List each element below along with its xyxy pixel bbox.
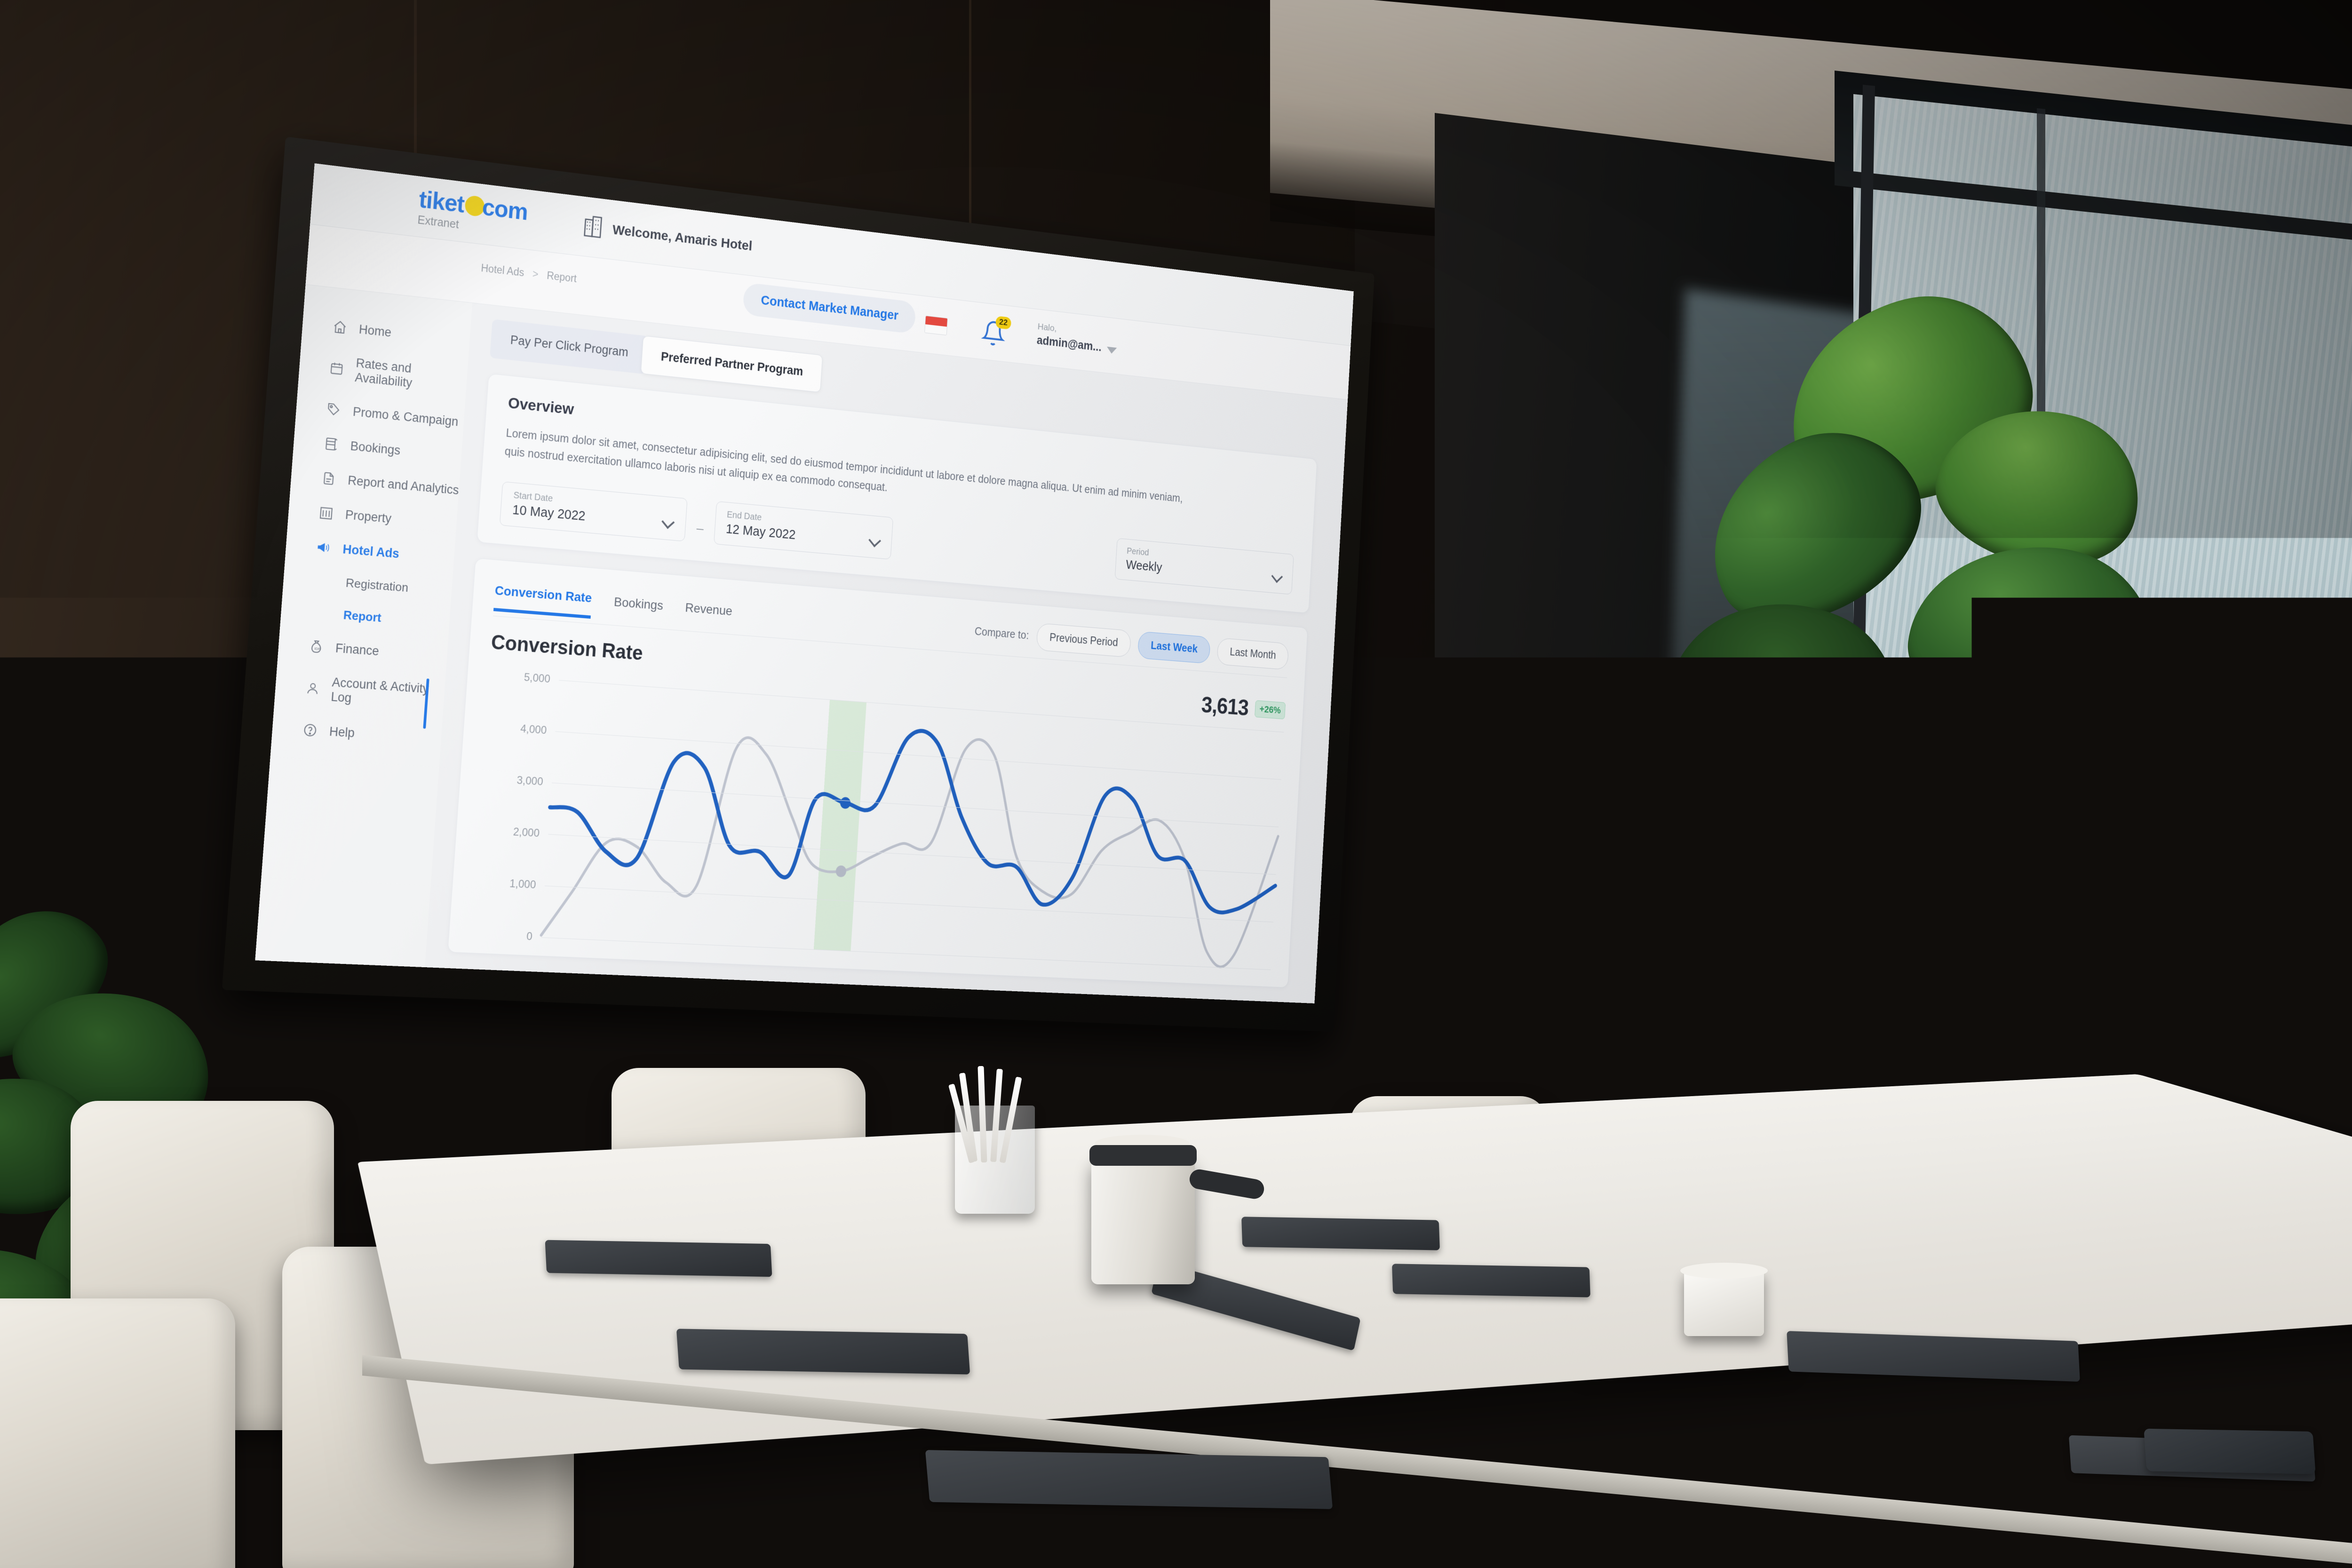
calendar-icon xyxy=(329,360,344,377)
pen-holder xyxy=(955,1106,1035,1214)
metric-card: Conversion Rate Bookings Revenue Compare… xyxy=(447,558,1308,988)
sidebar-item-label: Rates and Availability xyxy=(355,356,468,396)
chart-y-tick-label: 1,000 xyxy=(509,877,536,891)
metric-delta-badge: +26% xyxy=(1255,700,1286,719)
bookings-icon xyxy=(324,436,339,453)
compare-chip-last-week[interactable]: Last Week xyxy=(1137,631,1211,664)
chevron-down-icon xyxy=(661,515,675,529)
tab-preferred-partner-program[interactable]: Preferred Partner Program xyxy=(641,335,823,392)
date-range-separator: – xyxy=(696,506,705,537)
start-date-field[interactable]: Start Date 10 May 2022 xyxy=(500,481,688,541)
carafe-lid xyxy=(1089,1145,1197,1166)
compare-chip-previous-period[interactable]: Previous Period xyxy=(1036,623,1131,658)
sidebar-item-label: Home xyxy=(358,322,392,340)
end-date-field[interactable]: End Date 12 May 2022 xyxy=(714,501,893,559)
compare-chip-last-month[interactable]: Last Month xyxy=(1217,637,1289,670)
metric-value: 3,613 xyxy=(1201,692,1249,721)
window-mullion xyxy=(2037,108,2045,1003)
chart-y-tick-label: 0 xyxy=(526,930,532,943)
metric-summary: 3,613 +26% xyxy=(1201,692,1286,724)
chart-plot-area xyxy=(541,680,1284,970)
chart-marker xyxy=(835,865,847,877)
chevron-down-icon xyxy=(1271,570,1283,583)
sidebar-item-label: Report and Analytics xyxy=(347,473,459,497)
tab-bookings[interactable]: Bookings xyxy=(613,594,664,622)
money-bag-icon: IDR xyxy=(309,638,324,654)
chart-y-tick-label: 2,000 xyxy=(513,826,540,840)
display-screen: tiket com Extranet Welcome, Amaris Hotel… xyxy=(255,163,1354,1003)
breadcrumb-current: Report xyxy=(547,270,577,285)
breadcrumb-separator: > xyxy=(532,268,539,280)
placemat xyxy=(1241,1217,1440,1250)
chart-series-lines xyxy=(541,680,1284,970)
sidebar-item-label: Finance xyxy=(335,641,380,659)
sidebar-item-label: Hotel Ads xyxy=(342,542,400,561)
chart-marker xyxy=(840,797,851,809)
chart-y-tick-label: 4,000 xyxy=(520,723,547,737)
main-content: Pay Per Click Program Preferred Partner … xyxy=(425,303,1348,1003)
sidebar-item-label: Bookings xyxy=(350,438,401,458)
document-icon xyxy=(321,470,336,486)
megaphone-icon xyxy=(316,540,331,556)
user-icon xyxy=(305,680,320,696)
notification-bell-button[interactable]: 22 xyxy=(980,318,1006,348)
sidebar-item-label: Property xyxy=(345,508,392,526)
welcome-text: Welcome, Amaris Hotel xyxy=(612,222,753,254)
chart-y-axis: 0 1,000 2,000 3,000 4,000 5,000 xyxy=(470,675,550,937)
breadcrumb-parent[interactable]: Hotel Ads xyxy=(481,262,524,279)
logo-text-com: com xyxy=(481,195,528,224)
welcome-block: Welcome, Amaris Hotel xyxy=(582,213,753,259)
chart-y-tick-label: 3,000 xyxy=(516,774,544,788)
curtain xyxy=(1853,94,2352,1047)
conversion-rate-chart: 0 1,000 2,000 3,000 4,000 5,000 xyxy=(470,675,1284,970)
logo-text-tiket: tiket xyxy=(418,187,465,216)
indonesia-flag-icon[interactable] xyxy=(924,316,948,335)
tag-icon xyxy=(326,402,342,418)
breadcrumb: Hotel Ads > Report xyxy=(481,262,577,285)
compare-to-label: Compare to: xyxy=(974,625,1029,642)
coffee-carafe xyxy=(1091,1157,1195,1284)
tab-revenue[interactable]: Revenue xyxy=(684,600,733,629)
chart-line-current-period xyxy=(545,706,1283,916)
sidebar-item-label: Help xyxy=(329,724,355,740)
chart-y-tick-label: 5,000 xyxy=(524,671,551,686)
home-icon xyxy=(332,319,348,335)
extranet-app: tiket com Extranet Welcome, Amaris Hotel… xyxy=(255,163,1354,1003)
chevron-down-icon xyxy=(868,533,881,547)
metric-title: Conversion Rate xyxy=(490,631,644,665)
tab-pay-per-click-program[interactable]: Pay Per Click Program xyxy=(490,319,648,374)
wall-display: tiket com Extranet Welcome, Amaris Hotel… xyxy=(254,132,1524,988)
conference-room-scene: tiket com Extranet Welcome, Amaris Hotel… xyxy=(0,0,2352,1568)
chevron-down-icon xyxy=(1107,347,1117,354)
sidebar-item-label: Promo & Campaign xyxy=(352,405,459,429)
user-menu[interactable]: Halo, admin@am... xyxy=(1036,321,1118,356)
help-circle-icon xyxy=(302,722,318,738)
tab-conversion-rate[interactable]: Conversion Rate xyxy=(493,583,592,619)
compare-to-group: Compare to: Previous Period Last Week La… xyxy=(973,618,1289,677)
svg-text:IDR: IDR xyxy=(314,646,321,651)
brand-logo[interactable]: tiket com Extranet xyxy=(417,187,529,239)
building-icon xyxy=(582,213,604,241)
floor xyxy=(0,1270,2352,1568)
property-icon xyxy=(318,505,334,521)
period-select[interactable]: Period Weekly xyxy=(1115,538,1294,595)
window xyxy=(1853,94,2352,1047)
carpet-texture xyxy=(0,1270,2352,1568)
